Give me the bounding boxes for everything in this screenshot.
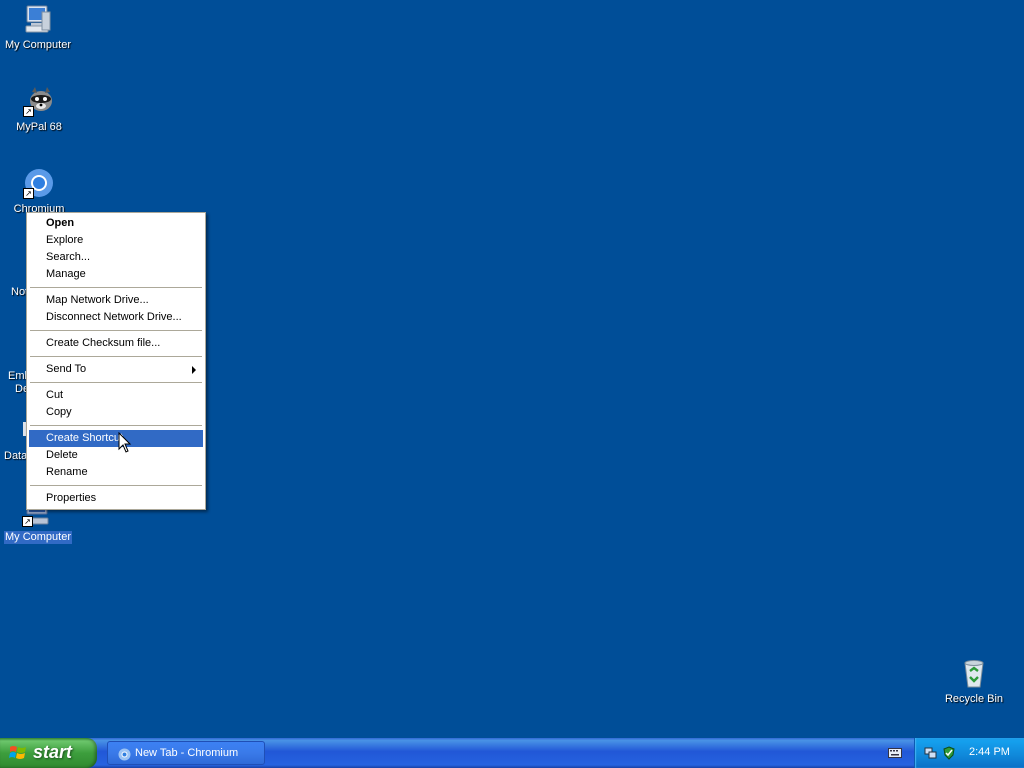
taskbar-button-chromium[interactable]: New Tab - Chromium: [107, 741, 265, 765]
taskbar: start New Tab - Chromium 2:44 PM: [0, 738, 1024, 768]
keyboard-icon[interactable]: [888, 748, 902, 758]
menu-item-map-network-drive[interactable]: Map Network Drive...: [29, 292, 203, 309]
menu-separator: [30, 287, 202, 288]
my-computer-icon: [22, 3, 54, 35]
clock[interactable]: 2:44 PM: [969, 746, 1010, 758]
taskbar-button-label: New Tab - Chromium: [135, 747, 239, 759]
desktop-icon-label: My Computer: [4, 39, 72, 51]
menu-item-open[interactable]: Open: [29, 215, 203, 232]
menu-item-rename[interactable]: Rename: [29, 464, 203, 481]
mypal-raccoon-icon: ↗: [23, 85, 55, 117]
security-icon[interactable]: [942, 746, 956, 760]
mouse-cursor-icon: [118, 431, 132, 454]
menu-item-disconnect-network-drive[interactable]: Disconnect Network Drive...: [29, 309, 203, 326]
desktop-icon-label: MyPal 68: [16, 121, 62, 133]
menu-item-send-to[interactable]: Send To: [29, 361, 203, 378]
menu-item-properties[interactable]: Properties: [29, 490, 203, 507]
desktop-icon-chromium[interactable]: ↗ Chromium: [1, 167, 77, 216]
start-label: start: [33, 742, 73, 762]
shortcut-arrow-icon: ↗: [22, 516, 33, 527]
shortcut-arrow-icon: ↗: [23, 106, 34, 117]
desktop-icon-my-computer[interactable]: My Computer: [0, 3, 76, 52]
menu-item-delete[interactable]: Delete: [29, 447, 203, 464]
menu-separator: [30, 485, 202, 486]
menu-item-manage[interactable]: Manage: [29, 266, 203, 283]
chromium-icon: ↗: [23, 167, 55, 199]
menu-separator: [30, 425, 202, 426]
start-button[interactable]: start: [0, 738, 97, 768]
windows-logo-icon: [9, 745, 27, 761]
shortcut-arrow-icon: ↗: [23, 188, 34, 199]
menu-item-copy[interactable]: Copy: [29, 404, 203, 421]
chromium-icon: [118, 747, 131, 761]
menu-separator: [30, 356, 202, 357]
menu-item-explore[interactable]: Explore: [29, 232, 203, 249]
desktop-icon-label: My Computer: [3, 531, 73, 544]
menu-item-cut[interactable]: Cut: [29, 387, 203, 404]
menu-separator: [30, 330, 202, 331]
network-icon[interactable]: [924, 746, 938, 760]
desktop-icon-recycle-bin[interactable]: Recycle Bin: [936, 657, 1012, 706]
menu-item-label: Send To: [46, 363, 87, 375]
system-tray: 2:44 PM: [914, 738, 1024, 768]
submenu-arrow-icon: [192, 366, 196, 374]
menu-item-create-shortcut[interactable]: Create Shortcut: [29, 430, 203, 447]
desktop-icon-mypal[interactable]: ↗ MyPal 68: [1, 85, 77, 134]
desktop-icon-label: Recycle Bin: [944, 693, 1004, 705]
context-menu: Open Explore Search... Manage Map Networ…: [26, 212, 206, 510]
menu-item-create-checksum[interactable]: Create Checksum file...: [29, 335, 203, 352]
menu-separator: [30, 382, 202, 383]
recycle-bin-icon: [958, 657, 990, 689]
menu-item-search[interactable]: Search...: [29, 249, 203, 266]
